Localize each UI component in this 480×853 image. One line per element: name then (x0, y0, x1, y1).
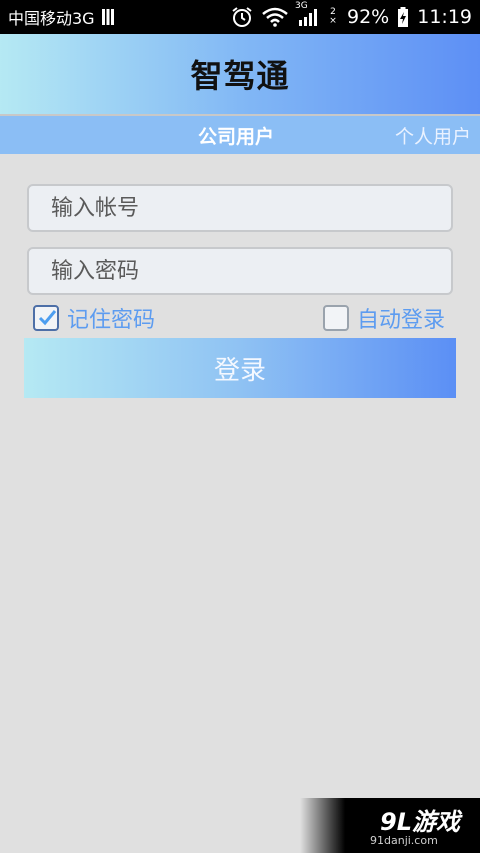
title-bar: 智驾通 (0, 34, 480, 114)
status-bar: 中国移动3G 3G 2 × 92% 11:19 (0, 0, 480, 34)
battery-charging-icon (397, 7, 409, 27)
remember-password-option[interactable]: 记住密码 (33, 302, 155, 334)
carrier-text: 中国移动3G (8, 9, 95, 28)
auto-login-label: 自动登录 (357, 308, 446, 333)
watermark-logo: 9L游戏 (380, 808, 460, 836)
user-type-tabs: 公司用户 个人用户 (0, 114, 480, 154)
app-title: 智驾通 (190, 57, 290, 95)
clock-time: 11:19 (417, 6, 472, 28)
status-left: 中国移动3G (8, 5, 115, 29)
sim-card-icon (101, 8, 115, 26)
tab-personal-user[interactable]: 个人用户 (395, 122, 471, 149)
remember-password-label: 记住密码 (67, 308, 156, 333)
watermark: 9L游戏 91danji.com (300, 798, 480, 853)
auto-login-checkbox[interactable] (323, 305, 349, 331)
password-input[interactable] (27, 247, 453, 295)
alarm-clock-icon (231, 6, 253, 28)
checkmark-icon (38, 310, 57, 326)
watermark-url: 91danji.com (370, 834, 438, 847)
auto-login-option[interactable]: 自动登录 (323, 302, 445, 334)
status-right: 3G 2 × 92% 11:19 (231, 2, 472, 28)
cell-signal-icon: 3G (295, 2, 319, 26)
sim2-no-signal-icon: 2 × (329, 7, 337, 26)
remember-password-checkbox[interactable] (33, 305, 59, 331)
battery-percent: 92% (347, 6, 390, 28)
account-input[interactable] (27, 184, 453, 232)
wifi-icon (261, 7, 289, 27)
tab-company-user[interactable]: 公司用户 (198, 122, 274, 149)
login-button[interactable]: 登录 (24, 338, 456, 398)
